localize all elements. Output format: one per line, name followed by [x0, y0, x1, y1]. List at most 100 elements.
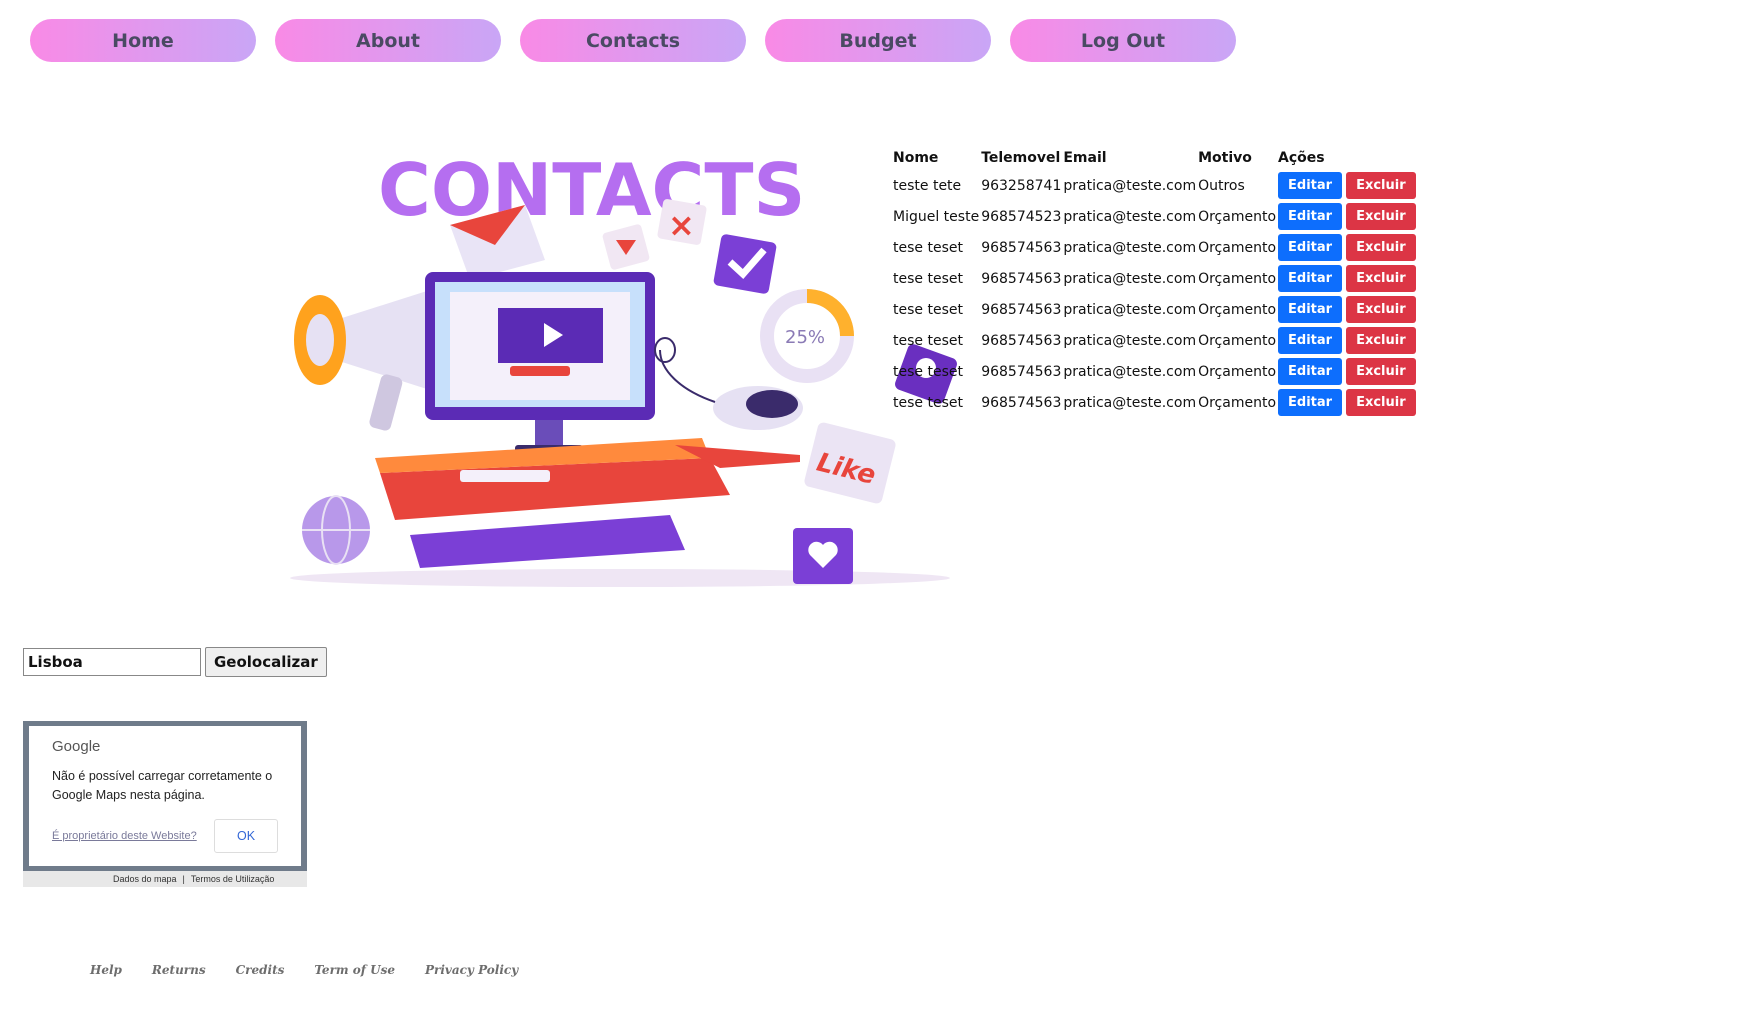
footer-link-help[interactable]: Help — [90, 963, 122, 977]
cell-email: pratica@teste.com — [1063, 270, 1197, 287]
delete-button[interactable]: Excluir — [1346, 389, 1416, 416]
map-data-link[interactable]: Dados do mapa — [113, 874, 177, 884]
delete-button[interactable]: Excluir — [1346, 327, 1416, 354]
cell-telemovel: 968574563 — [981, 363, 1062, 380]
laptop-icon — [375, 438, 730, 568]
cell-nome: tese teset — [893, 270, 963, 287]
donut-label: 25% — [785, 327, 825, 348]
column-header-telemovel: Telemovel — [981, 150, 1061, 166]
nav-home-button[interactable]: Home — [30, 19, 256, 62]
delete-button[interactable]: Excluir — [1346, 358, 1416, 385]
location-input[interactable] — [23, 648, 201, 676]
computer-monitor-icon — [425, 272, 655, 453]
cell-telemovel: 968574563 — [981, 301, 1062, 318]
cell-motivo: Orçamento — [1198, 208, 1277, 225]
edit-button[interactable]: Editar — [1278, 358, 1343, 385]
table-row: tese teset 968574563 pratica@teste.com O… — [893, 294, 1418, 325]
edit-button[interactable]: Editar — [1278, 172, 1343, 199]
table-row: tese teset 968574563 pratica@teste.com O… — [893, 263, 1418, 294]
svg-text:×: × — [668, 206, 695, 244]
footer-link-credits[interactable]: Credits — [236, 963, 285, 977]
cell-email: pratica@teste.com — [1063, 394, 1197, 411]
main-nav: Home About Contacts Budget Log Out — [30, 19, 1236, 62]
cell-telemovel: 968574523 — [981, 208, 1062, 225]
contacts-illustration: CONTACTS × 25% Like — [280, 140, 980, 600]
delete-button[interactable]: Excluir — [1346, 296, 1416, 323]
cell-motivo: Orçamento — [1198, 239, 1277, 256]
cell-nome: tese teset — [893, 239, 963, 256]
table-header-row: Nome Telemovel Email Motivo Ações — [893, 147, 1418, 170]
cell-actions: Editar Excluir — [1278, 232, 1418, 263]
progress-donut-icon: 25% — [760, 289, 854, 383]
delete-button[interactable]: Excluir — [1346, 203, 1416, 230]
cell-email: pratica@teste.com — [1063, 332, 1197, 349]
map-attribution-bar: Dados do mapa | Termos de Utilização — [23, 871, 307, 887]
delete-button[interactable]: Excluir — [1346, 172, 1416, 199]
delete-button[interactable]: Excluir — [1346, 234, 1416, 261]
map-divider: | — [182, 874, 185, 884]
cell-motivo: Orçamento — [1198, 270, 1277, 287]
table-row: tese teset 968574563 pratica@teste.com O… — [893, 356, 1418, 387]
footer-link-terms[interactable]: Term of Use — [314, 963, 395, 977]
map-ok-button[interactable]: OK — [214, 819, 278, 853]
website-owner-link[interactable]: É proprietário deste Website? — [52, 830, 197, 842]
map-error-message: Não é possível carregar corretamente o G… — [52, 769, 273, 802]
edit-button[interactable]: Editar — [1278, 389, 1343, 416]
edit-button[interactable]: Editar — [1278, 203, 1343, 230]
nav-about-button[interactable]: About — [275, 19, 501, 62]
cell-motivo: Orçamento — [1198, 363, 1277, 380]
column-header-email: Email — [1063, 150, 1107, 166]
google-logo: Google — [52, 738, 101, 755]
cell-motivo: Orçamento — [1198, 394, 1277, 411]
table-row: Miguel teste 968574523 pratica@teste.com… — [893, 201, 1418, 232]
delete-button[interactable]: Excluir — [1346, 265, 1416, 292]
hero-title: CONTACTS — [378, 148, 805, 232]
cell-telemovel: 968574563 — [981, 270, 1062, 287]
heart-card-icon — [793, 528, 853, 584]
cell-nome: tese teset — [893, 332, 963, 349]
cell-email: pratica@teste.com — [1063, 239, 1197, 256]
edit-button[interactable]: Editar — [1278, 265, 1343, 292]
cell-actions: Editar Excluir — [1278, 170, 1418, 201]
cell-actions: Editar Excluir — [1278, 325, 1418, 356]
nav-budget-button[interactable]: Budget — [765, 19, 991, 62]
column-header-acoes: Ações — [1278, 150, 1325, 166]
cell-motivo: Orçamento — [1198, 301, 1277, 318]
cell-nome: tese teset — [893, 301, 963, 318]
site-footer: Help Returns Credits Term of Use Privacy… — [90, 963, 518, 977]
cell-telemovel: 968574563 — [981, 394, 1062, 411]
cell-email: pratica@teste.com — [1063, 208, 1197, 225]
cell-email: pratica@teste.com — [1063, 363, 1197, 380]
edit-button[interactable]: Editar — [1278, 234, 1343, 261]
table-row: tese teset 968574563 pratica@teste.com O… — [893, 387, 1418, 418]
edit-button[interactable]: Editar — [1278, 296, 1343, 323]
geolocate-button[interactable]: Geolocalizar — [205, 647, 327, 677]
nav-contacts-button[interactable]: Contacts — [520, 19, 746, 62]
footer-link-returns[interactable]: Returns — [152, 963, 206, 977]
cell-nome: tese teset — [893, 394, 963, 411]
cell-actions: Editar Excluir — [1278, 356, 1418, 387]
google-map[interactable]: Google Não é possível carregar corretame… — [23, 721, 307, 887]
footer-link-privacy[interactable]: Privacy Policy — [425, 963, 518, 977]
cell-actions: Editar Excluir — [1278, 201, 1418, 232]
check-card-icon — [713, 234, 777, 294]
cell-nome: teste tete — [893, 177, 962, 194]
column-header-nome: Nome — [893, 150, 939, 166]
mouse-icon — [654, 337, 803, 430]
table-row: tese teset 968574563 pratica@teste.com O… — [893, 232, 1418, 263]
cell-actions: Editar Excluir — [1278, 387, 1418, 418]
globe-icon — [302, 495, 370, 565]
cell-telemovel: 963258741 — [981, 177, 1062, 194]
like-card-icon: Like — [804, 422, 896, 504]
cell-motivo: Outros — [1198, 177, 1245, 194]
cell-email: pratica@teste.com — [1063, 301, 1197, 318]
nav-logout-button[interactable]: Log Out — [1010, 19, 1236, 62]
cell-actions: Editar Excluir — [1278, 263, 1418, 294]
cell-actions: Editar Excluir — [1278, 294, 1418, 325]
contacts-table: Nome Telemovel Email Motivo Ações teste … — [893, 147, 1418, 418]
edit-button[interactable]: Editar — [1278, 327, 1343, 354]
cell-telemovel: 968574563 — [981, 332, 1062, 349]
column-header-motivo: Motivo — [1198, 150, 1252, 166]
cell-telemovel: 968574563 — [981, 239, 1062, 256]
map-terms-link[interactable]: Termos de Utilização — [191, 874, 275, 884]
